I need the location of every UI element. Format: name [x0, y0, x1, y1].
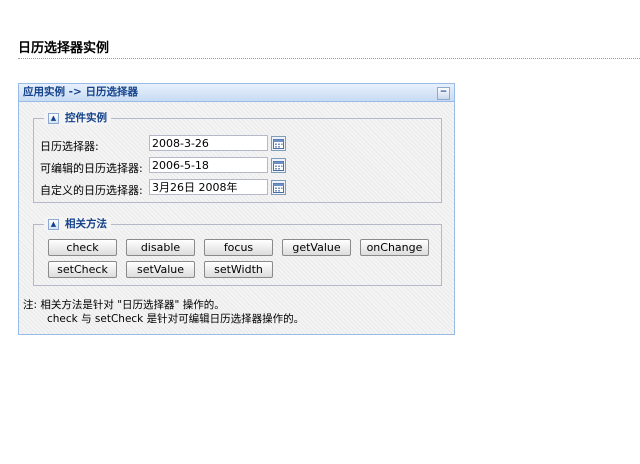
- controls-legend-label: 控件实例: [65, 112, 107, 124]
- controls-legend: ▲ 控件实例: [44, 111, 111, 125]
- panel-header: 应用实例 -> 日历选择器 −: [19, 84, 454, 102]
- example-panel: 应用实例 -> 日历选择器 − ▲ 控件实例 日历选择器: 可编辑的日历选择器:: [18, 83, 455, 335]
- methods-fieldset: ▲ 相关方法 check disable focus getValue onCh…: [33, 217, 442, 286]
- methods-toggle-icon[interactable]: ▲: [48, 218, 59, 230]
- date-picker-input[interactable]: [149, 135, 268, 151]
- disable-button[interactable]: disable: [126, 239, 195, 256]
- calendar-icon[interactable]: [271, 180, 286, 195]
- calendar-icon[interactable]: [271, 158, 286, 173]
- focus-button[interactable]: focus: [204, 239, 273, 256]
- page-title: 日历选择器实例: [18, 41, 110, 56]
- methods-legend: ▲ 相关方法: [44, 217, 111, 231]
- panel-title: 应用实例 -> 日历选择器: [23, 86, 138, 98]
- date-picker-label: 日历选择器:: [40, 140, 99, 153]
- note-line-2: check 与 setCheck 是针对可编辑日历选择器操作的。: [47, 313, 305, 325]
- controls-fieldset: ▲ 控件实例 日历选择器: 可编辑的日历选择器:: [33, 111, 442, 203]
- editable-date-picker-input[interactable]: [149, 157, 268, 173]
- on-change-button[interactable]: onChange: [360, 239, 429, 256]
- editable-date-picker-label: 可编辑的日历选择器:: [40, 162, 143, 175]
- note-line-1: 注: 相关方法是针对 "日历选择器" 操作的。: [23, 299, 225, 311]
- calendar-icon[interactable]: [271, 136, 286, 151]
- controls-toggle-icon[interactable]: ▲: [48, 112, 59, 124]
- methods-legend-label: 相关方法: [65, 218, 107, 230]
- set-width-button[interactable]: setWidth: [204, 261, 273, 278]
- title-divider: [18, 58, 640, 59]
- custom-date-picker-label: 自定义的日历选择器:: [40, 184, 143, 197]
- set-value-button[interactable]: setValue: [126, 261, 195, 278]
- get-value-button[interactable]: getValue: [282, 239, 351, 256]
- panel-collapse-button[interactable]: −: [437, 87, 450, 100]
- custom-date-picker-input[interactable]: [149, 179, 268, 195]
- check-button[interactable]: check: [48, 239, 117, 256]
- set-check-button[interactable]: setCheck: [48, 261, 117, 278]
- usage-note: 注: 相关方法是针对 "日历选择器" 操作的。 check 与 setCheck…: [23, 298, 304, 326]
